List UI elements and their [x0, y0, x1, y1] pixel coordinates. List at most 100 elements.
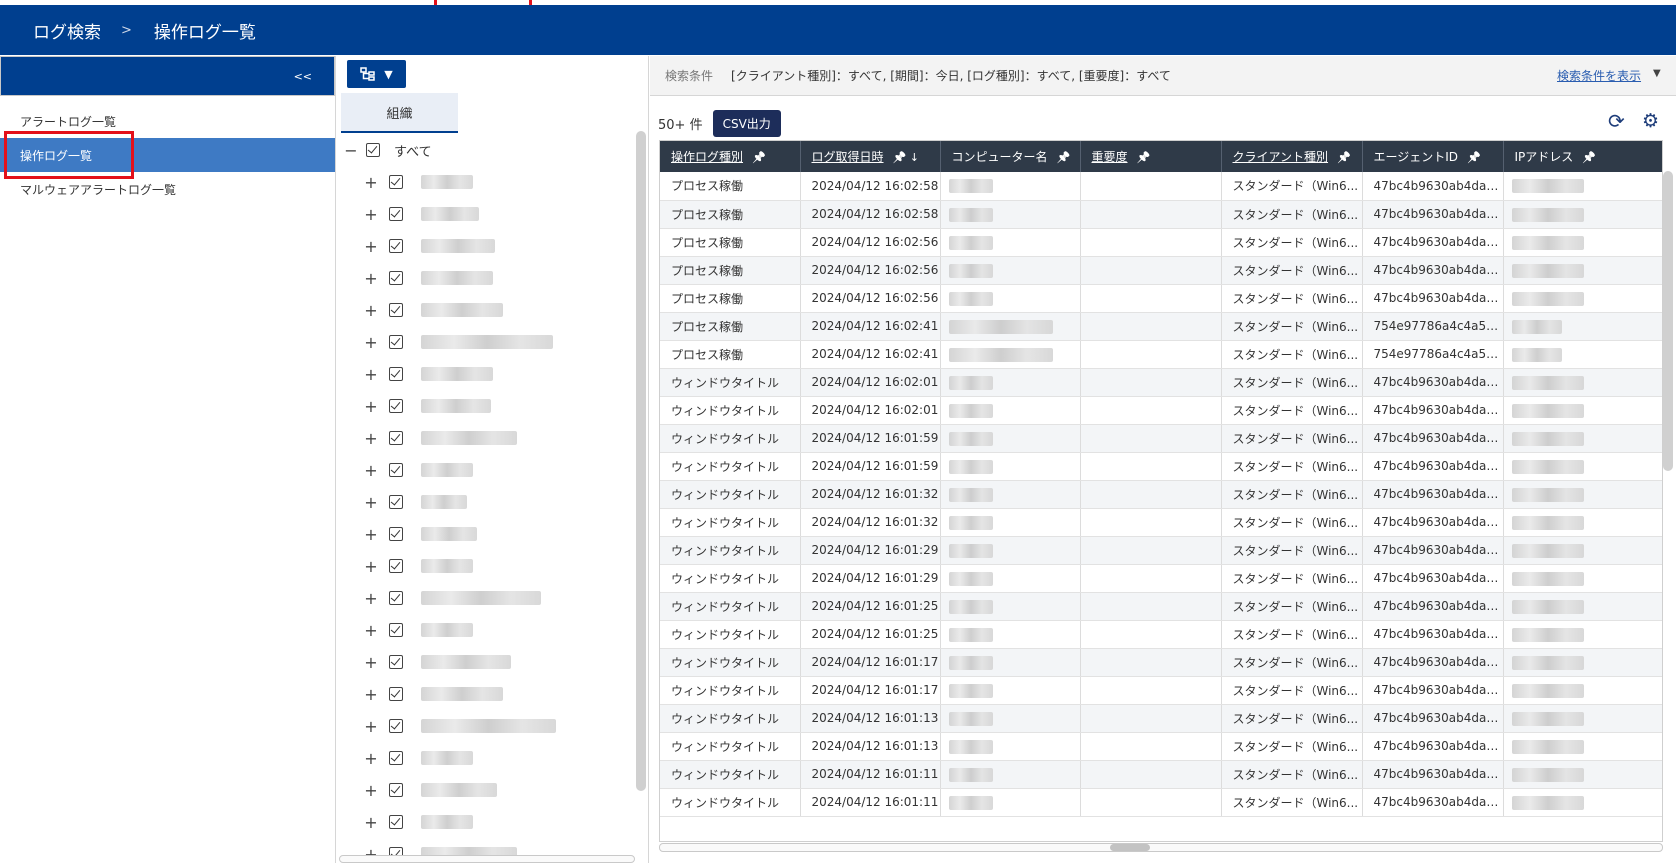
tree-node[interactable]: + — [337, 710, 637, 742]
expand-icon[interactable]: + — [363, 493, 379, 512]
checkbox-checked-icon[interactable] — [389, 687, 403, 701]
expand-icon[interactable]: + — [363, 269, 379, 288]
collapse-icon[interactable]: − — [343, 141, 359, 160]
table-row[interactable]: プロセス稼働 2024/04/12 16:02:41 スタンダード（Win6... 7… — [660, 340, 1662, 369]
pin-icon[interactable]: 📌 — [1467, 151, 1481, 164]
checkbox-checked-icon[interactable] — [389, 591, 403, 605]
expand-icon[interactable]: + — [363, 749, 379, 768]
collapse-sidebar-button[interactable]: << — [294, 70, 312, 83]
pin-icon[interactable]: 📌 — [1337, 151, 1351, 164]
expand-icon[interactable]: + — [363, 557, 379, 576]
tree-node[interactable]: + — [337, 230, 637, 262]
checkbox-checked-icon[interactable] — [389, 655, 403, 669]
tree-node[interactable]: + — [337, 518, 637, 550]
tree-node[interactable]: + — [337, 262, 637, 294]
chevron-down-icon[interactable]: ▼ — [1653, 68, 1661, 79]
expand-icon[interactable]: + — [363, 365, 379, 384]
tree-node[interactable]: + — [337, 550, 637, 582]
pin-icon[interactable]: 📌 — [752, 151, 766, 164]
column-header[interactable]: 操作ログ種別 📌 — [660, 141, 801, 172]
column-header-label[interactable]: 操作ログ種別 — [671, 150, 743, 164]
table-row[interactable]: ウィンドウタイトル 2024/04/12 16:01:29 スタンダード（Win6.… — [660, 564, 1662, 593]
tree-node[interactable]: + — [337, 294, 637, 326]
checkbox-checked-icon[interactable] — [389, 303, 403, 317]
tree-node[interactable]: + — [337, 614, 637, 646]
checkbox-checked-icon[interactable] — [389, 495, 403, 509]
pin-icon[interactable]: 📌 — [1582, 151, 1596, 164]
table-row[interactable]: プロセス稼働 2024/04/12 16:02:56 スタンダード（Win6... 4… — [660, 256, 1662, 285]
pin-icon[interactable]: 📌 — [1057, 151, 1071, 164]
table-row[interactable]: プロセス稼働 2024/04/12 16:02:58 スタンダード（Win6... 4… — [660, 172, 1662, 201]
expand-icon[interactable]: + — [363, 397, 379, 416]
checkbox-checked-icon[interactable] — [389, 175, 403, 189]
tree-vertical-scrollbar[interactable] — [636, 131, 646, 791]
expand-icon[interactable]: + — [363, 173, 379, 192]
column-header[interactable]: クライアント種別 📌 — [1221, 141, 1363, 172]
expand-icon[interactable]: + — [363, 461, 379, 480]
checkbox-checked-icon[interactable] — [389, 207, 403, 221]
tree-node[interactable]: + — [337, 454, 637, 486]
table-row[interactable]: ウィンドウタイトル 2024/04/12 16:01:13 スタンダード（Win6.… — [660, 704, 1662, 733]
table-row[interactable]: プロセス稼働 2024/04/12 16:02:56 スタンダード（Win6... 4… — [660, 284, 1662, 313]
table-row[interactable]: ウィンドウタイトル 2024/04/12 16:01:59 スタンダード（Win6.… — [660, 424, 1662, 453]
table-vertical-scrollbar[interactable] — [1663, 171, 1673, 471]
tree-node[interactable]: + — [337, 166, 637, 198]
tree-node[interactable]: + — [337, 774, 637, 806]
expand-icon[interactable]: + — [363, 205, 379, 224]
tree-node[interactable]: + — [337, 646, 637, 678]
expand-icon[interactable]: + — [363, 653, 379, 672]
checkbox-checked-icon[interactable] — [389, 431, 403, 445]
tree-node[interactable]: + — [337, 486, 637, 518]
checkbox-checked-icon[interactable] — [389, 335, 403, 349]
expand-icon[interactable]: + — [363, 237, 379, 256]
checkbox-checked-icon[interactable] — [389, 623, 403, 637]
tree-node[interactable]: + — [337, 198, 637, 230]
column-header-label[interactable]: ログ取得日時 — [812, 150, 884, 164]
table-row[interactable]: プロセス稼働 2024/04/12 16:02:41 スタンダード（Win6... 7… — [660, 312, 1662, 341]
table-row[interactable]: ウィンドウタイトル 2024/04/12 16:01:32 スタンダード（Win6.… — [660, 480, 1662, 509]
column-header-label[interactable]: エージェントID — [1374, 150, 1459, 164]
checkbox-checked-icon[interactable] — [389, 783, 403, 797]
refresh-icon[interactable]: ⟳ — [1608, 111, 1628, 131]
expand-icon[interactable]: + — [363, 301, 379, 320]
tab-organization[interactable]: 組織 — [341, 93, 458, 133]
table-row[interactable]: ウィンドウタイトル 2024/04/12 16:01:17 スタンダード（Win6.… — [660, 676, 1662, 705]
column-header[interactable]: 重要度 📌 — [1080, 141, 1222, 172]
gear-icon[interactable]: ⚙ — [1642, 111, 1662, 131]
column-header-label[interactable]: IPアドレス — [1515, 150, 1574, 164]
tree-node[interactable]: + — [337, 358, 637, 390]
table-row[interactable]: プロセス稼働 2024/04/12 16:02:56 スタンダード（Win6... 4… — [660, 228, 1662, 257]
tree-node-root[interactable]: − すべて — [337, 134, 637, 166]
checkbox-checked-icon[interactable] — [389, 559, 403, 573]
tree-node[interactable]: + — [337, 422, 637, 454]
table-row[interactable]: ウィンドウタイトル 2024/04/12 16:01:13 スタンダード（Win6.… — [660, 732, 1662, 761]
column-header-label[interactable]: クライアント種別 — [1233, 150, 1329, 164]
tree-node[interactable]: + — [337, 806, 637, 838]
expand-icon[interactable]: + — [363, 717, 379, 736]
checkbox-checked-icon[interactable] — [366, 143, 380, 157]
scrollbar-thumb[interactable] — [1110, 844, 1150, 851]
expand-icon[interactable]: + — [363, 429, 379, 448]
table-row[interactable]: ウィンドウタイトル 2024/04/12 16:01:17 スタンダード（Win6.… — [660, 648, 1662, 677]
pin-icon[interactable]: 📌 — [1137, 151, 1151, 164]
tree-horizontal-scrollbar[interactable] — [339, 855, 635, 863]
column-header[interactable]: エージェントID 📌 — [1362, 141, 1504, 172]
expand-icon[interactable]: + — [363, 685, 379, 704]
checkbox-checked-icon[interactable] — [389, 463, 403, 477]
table-row[interactable]: ウィンドウタイトル 2024/04/12 16:01:59 スタンダード（Win6.… — [660, 452, 1662, 481]
expand-icon[interactable]: + — [363, 813, 379, 832]
tree-view-dropdown-button[interactable]: ▼ — [347, 60, 406, 88]
column-header[interactable]: コンピューター名 📌 — [940, 141, 1081, 172]
breadcrumb-log-search[interactable]: ログ検索 — [33, 18, 101, 43]
column-header[interactable]: IPアドレス 📌 — [1503, 141, 1662, 172]
table-row[interactable]: ウィンドウタイトル 2024/04/12 16:01:11 スタンダード（Win6.… — [660, 788, 1662, 817]
expand-icon[interactable]: + — [363, 781, 379, 800]
checkbox-checked-icon[interactable] — [389, 527, 403, 541]
tree-node[interactable]: + — [337, 742, 637, 774]
tree-node[interactable]: + — [337, 326, 637, 358]
tree-node[interactable]: + — [337, 390, 637, 422]
pin-icon[interactable]: 📌 ↓ — [893, 151, 919, 164]
table-row[interactable]: ウィンドウタイトル 2024/04/12 16:02:01 スタンダード（Win6.… — [660, 368, 1662, 397]
table-row[interactable]: ウィンドウタイトル 2024/04/12 16:02:01 スタンダード（Win6.… — [660, 396, 1662, 425]
show-search-conditions-link[interactable]: 検索条件を表示 — [1557, 67, 1641, 84]
